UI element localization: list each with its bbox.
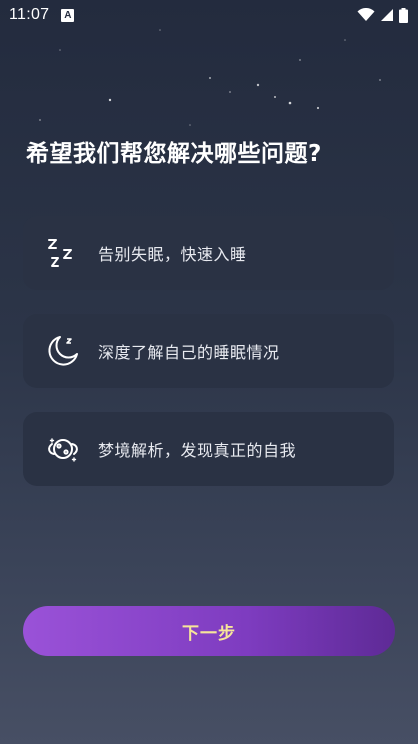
zzz-sleep-icon xyxy=(45,235,81,271)
battery-icon xyxy=(399,7,408,23)
cellular-signal-icon xyxy=(381,9,393,21)
question-title: 希望我们帮您解决哪些问题? xyxy=(26,141,322,167)
option-label: 梦境解析，发现真正的自我 xyxy=(98,441,297,460)
status-left: 11:07 A xyxy=(9,6,75,24)
option-dream-analysis[interactable]: 梦境解析，发现真正的自我 xyxy=(23,412,394,486)
status-icons xyxy=(357,7,408,23)
next-button[interactable]: 下一步 xyxy=(23,606,395,656)
notification-a-icon: A xyxy=(61,8,75,22)
option-sleep-insight[interactable]: 深度了解自己的睡眠情况 xyxy=(23,314,394,388)
option-label: 深度了解自己的睡眠情况 xyxy=(98,343,280,362)
status-time: 11:07 xyxy=(9,6,50,23)
wifi-icon xyxy=(357,8,375,21)
option-label: 告别失眠，快速入睡 xyxy=(98,245,247,264)
moon-icon xyxy=(45,333,81,369)
status-bar: 11:07 A xyxy=(0,0,418,30)
dream-planet-icon xyxy=(45,431,81,467)
option-fall-asleep[interactable]: 告别失眠，快速入睡 xyxy=(23,216,394,290)
